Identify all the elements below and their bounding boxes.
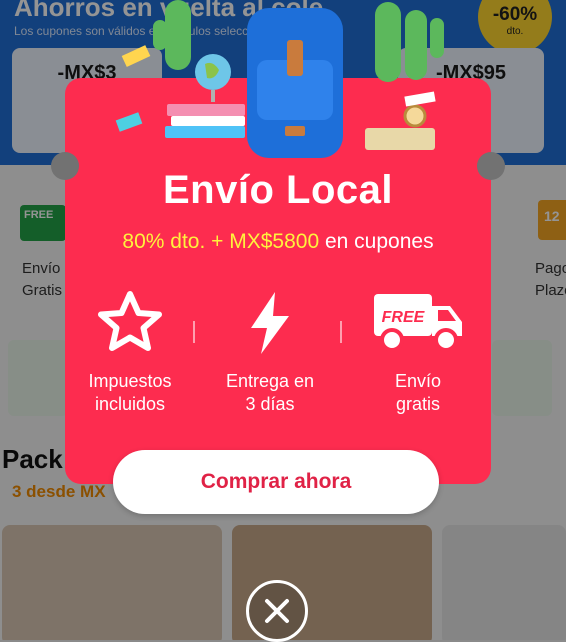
benefit-delivery-3-days: Entrega en 3 días	[200, 288, 340, 416]
truck-tag-text: FREE	[382, 309, 426, 326]
buy-now-button[interactable]: Comprar ahora	[113, 450, 439, 514]
close-button[interactable]	[246, 580, 308, 642]
benefit-taxes-included: Impuestos incluidos	[60, 288, 200, 416]
back-to-school-illustration	[115, 0, 444, 158]
star-outline-icon	[98, 291, 162, 351]
lightning-bolt-icon	[251, 292, 289, 354]
benefit-free-shipping: FREE Envío gratis	[348, 288, 488, 416]
benefit-label: Envío gratis	[394, 371, 442, 414]
divider	[340, 321, 342, 343]
subtitle-highlight: 80% dto. + MX$5800	[122, 230, 320, 253]
modal-title: Envío Local	[163, 168, 393, 212]
divider	[193, 321, 195, 343]
promo-modal: Envío Local 80% dto. + MX$5800 en cupone…	[51, 0, 505, 514]
close-icon	[265, 599, 289, 623]
free-delivery-truck-icon: FREE	[374, 294, 462, 352]
benefit-label: Impuestos incluidos	[88, 371, 172, 414]
modal-subtitle: 80% dto. + MX$5800 en cupones	[65, 230, 491, 254]
subtitle-rest: en cupones	[319, 230, 434, 253]
benefit-label: Entrega en 3 días	[225, 371, 315, 414]
